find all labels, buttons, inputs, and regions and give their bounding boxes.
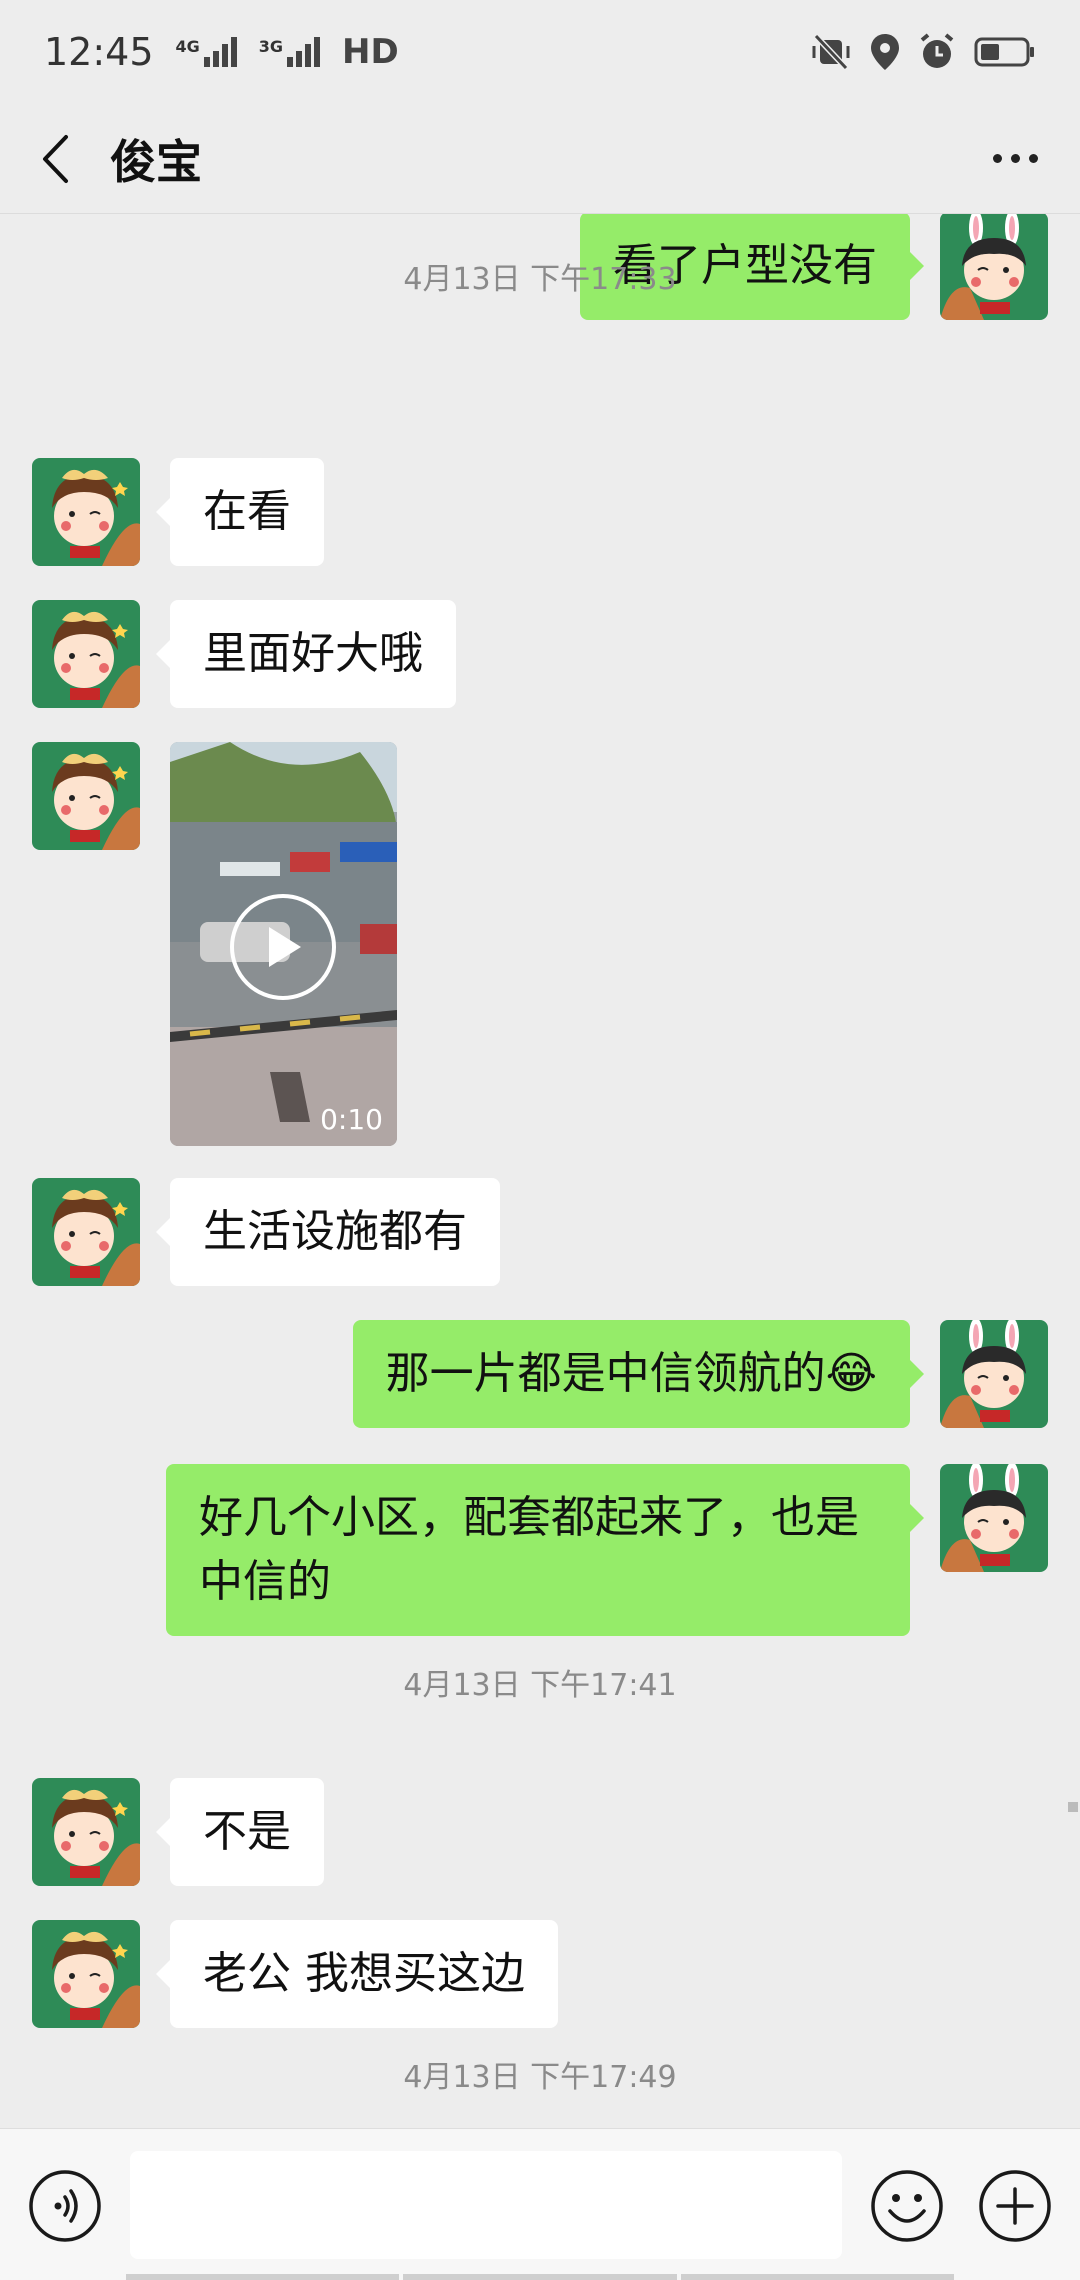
received-bubble[interactable]: 在看	[156, 458, 324, 566]
received-bubble[interactable]: 里面好大哦	[156, 600, 456, 708]
emoji-icon	[871, 2170, 943, 2242]
more-button[interactable]	[950, 104, 1080, 214]
more-dots-icon	[992, 154, 1002, 163]
more-functions-button[interactable]	[978, 2169, 1052, 2243]
scrollbar[interactable]	[1068, 1802, 1078, 1812]
play-icon	[269, 927, 301, 967]
signal-bars-icon	[287, 37, 321, 67]
hd-indicator: HD	[342, 32, 399, 72]
chevron-left-icon	[43, 134, 68, 183]
emoji-button[interactable]	[870, 2169, 944, 2243]
status-time: 12:45	[44, 30, 154, 74]
signal-4g: 4G	[176, 37, 237, 67]
voice-button[interactable]	[28, 2169, 102, 2243]
back-button[interactable]	[0, 104, 110, 214]
contact-avatar[interactable]	[32, 600, 140, 708]
signal-bars-icon	[203, 37, 237, 67]
input-bar	[0, 2128, 1080, 2280]
video-message[interactable]: 0:10	[170, 742, 397, 1146]
status-bar: 12:45 4G 3G HD	[0, 0, 1080, 104]
contact-avatar[interactable]	[32, 1778, 140, 1886]
my-avatar[interactable]	[940, 1464, 1048, 1572]
gesture-bar	[126, 2274, 954, 2280]
network-label-4g: 4G	[175, 37, 200, 56]
contact-avatar[interactable]	[32, 1178, 140, 1286]
vibrate-mute-icon	[812, 34, 850, 70]
sent-bubble[interactable]: 好几个小区，配套都起来了，也是中信的	[166, 1464, 924, 1636]
signal-3g: 3G	[258, 37, 321, 67]
message-list[interactable]: 看了户型没有 4月13日 下午17:33 在看 里面好大哦 0:10 生活设施都…	[0, 214, 1080, 2128]
play-button[interactable]	[230, 894, 336, 1000]
plus-icon	[979, 2170, 1051, 2242]
contact-avatar[interactable]	[32, 1920, 140, 2028]
battery-icon	[974, 37, 1034, 67]
location-icon	[871, 34, 899, 70]
timestamp: 4月13日 下午17:49	[403, 2060, 677, 2095]
video-duration: 0:10	[320, 1103, 383, 1136]
chat-header: 俊宝	[0, 104, 1080, 214]
voice-icon	[29, 2170, 101, 2242]
timestamp: 4月13日 下午17:41	[403, 1668, 677, 1703]
contact-avatar[interactable]	[32, 458, 140, 566]
my-avatar[interactable]	[940, 1320, 1048, 1428]
message-input[interactable]	[130, 2151, 842, 2259]
timestamp: 4月13日 下午17:33	[403, 262, 677, 297]
sent-bubble[interactable]: 那一片都是中信领航的😂	[352, 1320, 925, 1428]
chat-title: 俊宝	[110, 134, 202, 189]
contact-avatar[interactable]	[32, 742, 140, 850]
received-bubble[interactable]: 老公 我想买这边	[156, 1920, 558, 2028]
alarm-icon	[920, 33, 954, 68]
network-label-3g: 3G	[258, 37, 284, 56]
received-bubble[interactable]: 不是	[156, 1778, 324, 1886]
received-bubble[interactable]: 生活设施都有	[156, 1178, 500, 1286]
